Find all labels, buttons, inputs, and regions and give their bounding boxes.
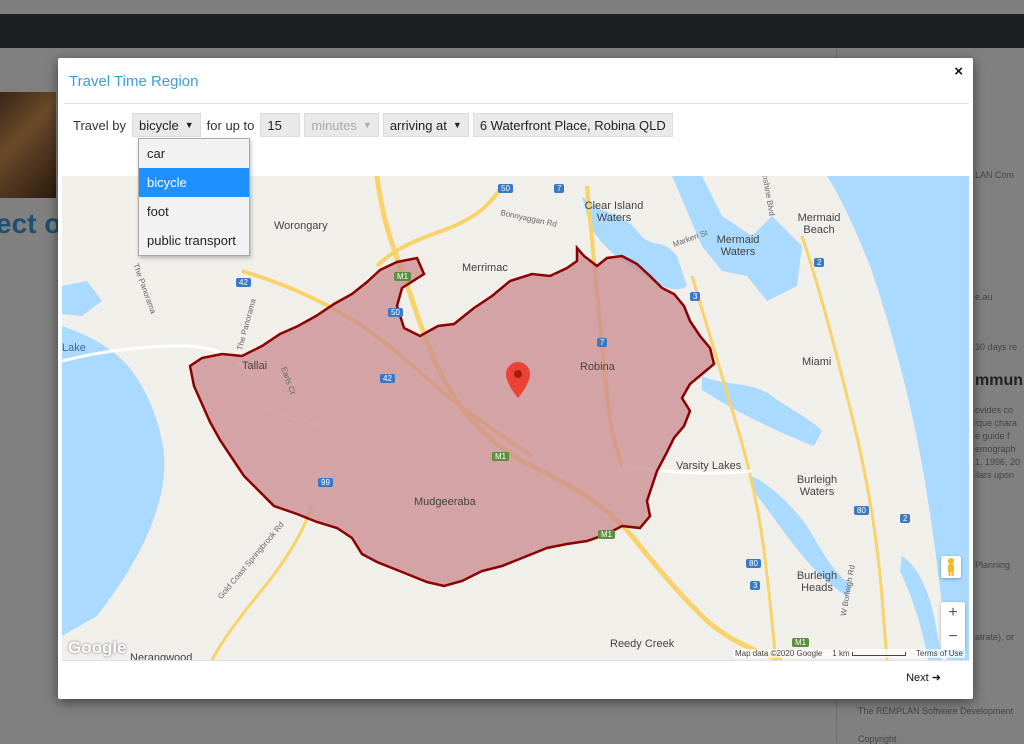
background-side-text: e.au bbox=[975, 292, 993, 302]
background-side-heading: mmun bbox=[975, 372, 1023, 389]
route-shield: M1 bbox=[792, 638, 810, 647]
mode-option-car[interactable]: car bbox=[139, 139, 249, 168]
background-side-text: atrate), or bbox=[975, 632, 1015, 642]
mode-option-foot[interactable]: foot bbox=[139, 197, 249, 226]
map-scale: 1 km bbox=[832, 649, 906, 658]
street-view-pegman-icon[interactable] bbox=[941, 556, 961, 578]
lake-area bbox=[62, 281, 102, 316]
place-label: Burleigh Heads bbox=[796, 570, 838, 594]
terms-link[interactable]: Terms of Use bbox=[916, 649, 963, 658]
route-shield: M1 bbox=[598, 530, 616, 539]
route-shield: 42 bbox=[380, 374, 395, 383]
route-shield: 42 bbox=[236, 278, 251, 287]
canal-area bbox=[900, 556, 942, 660]
route-shield: M1 bbox=[492, 452, 510, 461]
travel-by-label: Travel by bbox=[73, 117, 126, 133]
route-shield: 50 bbox=[498, 184, 513, 193]
location-pin-dot bbox=[514, 370, 522, 378]
address-input[interactable]: 6 Waterfront Place, Robina QLD bbox=[472, 113, 673, 137]
place-label: Mermaid Waters bbox=[716, 234, 760, 258]
footer-divider bbox=[62, 660, 969, 661]
place-label: Burleigh Waters bbox=[796, 474, 838, 498]
scale-label: 1 km bbox=[832, 649, 850, 658]
close-button[interactable]: × bbox=[954, 63, 963, 80]
direction-select[interactable]: arriving at ▼ bbox=[382, 113, 469, 137]
chevron-down-icon: ▼ bbox=[184, 120, 194, 130]
mode-dropdown-list: car bicycle foot public transport bbox=[138, 138, 250, 256]
place-label: Nerangwood bbox=[130, 652, 193, 660]
title-divider bbox=[64, 103, 969, 104]
travel-options-row: Travel by bicycle ▼ for up to 15 minutes… bbox=[73, 112, 677, 138]
mode-option-public-transport[interactable]: public transport bbox=[139, 226, 249, 255]
scale-bar bbox=[851, 652, 906, 656]
map-attribution: Map data ©2020 Google 1 km Terms of Use bbox=[733, 649, 965, 658]
route-shield: 3 bbox=[690, 292, 701, 301]
travel-time-modal: Travel Time Region × Travel by bicycle ▼… bbox=[58, 58, 973, 699]
duration-input[interactable]: 15 bbox=[260, 113, 301, 137]
zoom-in-button[interactable]: + bbox=[941, 602, 965, 626]
route-shield: M1 bbox=[394, 272, 412, 281]
background-top-bar bbox=[0, 14, 1024, 48]
unit-select-value: minutes bbox=[311, 117, 357, 133]
background-side-text: The REMPLAN Software Development bbox=[858, 706, 1014, 716]
place-label: Miami bbox=[802, 356, 832, 368]
route-shield: 99 bbox=[318, 478, 333, 487]
mode-select[interactable]: bicycle ▼ bbox=[131, 113, 201, 137]
pegman-icon bbox=[948, 558, 954, 576]
mode-option-bicycle[interactable]: bicycle bbox=[139, 168, 249, 197]
background-thumbnail bbox=[0, 92, 56, 198]
unit-select[interactable]: minutes ▼ bbox=[304, 113, 379, 137]
place-label: Clear Island Waters bbox=[584, 200, 644, 224]
zoom-out-button[interactable]: − bbox=[941, 626, 965, 650]
chevron-down-icon: ▼ bbox=[362, 120, 372, 130]
route-shield: 80 bbox=[746, 559, 761, 568]
next-button-label: Next bbox=[906, 672, 929, 684]
background-side-text: 1, 1996, 20 bbox=[975, 457, 1021, 467]
place-label: Reedy Creek bbox=[610, 638, 675, 650]
zoom-control: + − bbox=[941, 602, 965, 650]
place-label: Merrimac bbox=[462, 262, 508, 274]
mode-select-value: bicycle bbox=[138, 117, 179, 133]
place-label: Varsity Lakes bbox=[676, 460, 742, 472]
background-side-text: e guide f bbox=[975, 431, 1010, 441]
chevron-down-icon: ▼ bbox=[452, 120, 462, 130]
place-label: Robina bbox=[580, 361, 615, 373]
place-label: Worongary bbox=[274, 220, 328, 232]
background-side-text: 30 days re bbox=[975, 342, 1018, 352]
place-label: Mudgeeraba bbox=[414, 496, 476, 508]
route-shield: 80 bbox=[854, 506, 869, 515]
background-side-text: LAN Com bbox=[975, 170, 1015, 180]
background-heading: ect o bbox=[0, 208, 62, 239]
route-shield: 7 bbox=[554, 184, 565, 193]
modal-title: Travel Time Region bbox=[69, 73, 199, 90]
background-side-text: ilars upon bbox=[975, 470, 1015, 480]
route-shield: 3 bbox=[750, 581, 761, 590]
next-button[interactable]: Next ➜ bbox=[906, 671, 941, 684]
place-label: Lake bbox=[62, 342, 86, 354]
place-label: Mermaid Beach bbox=[797, 212, 841, 236]
route-shield: 7 bbox=[597, 338, 608, 347]
background-side-text: Planning bbox=[975, 560, 1011, 570]
canal-area bbox=[702, 376, 822, 446]
route-shield: 2 bbox=[814, 258, 825, 267]
google-logo: Google bbox=[68, 638, 127, 657]
arrow-right-icon: ➜ bbox=[931, 672, 941, 684]
background-side-text: ique chara bbox=[975, 418, 1018, 428]
route-shield: 50 bbox=[388, 308, 403, 317]
background-side-text: emograph bbox=[975, 444, 1016, 454]
lake-area bbox=[62, 326, 165, 636]
for-up-to-label: for up to bbox=[206, 117, 255, 133]
direction-select-value: arriving at bbox=[389, 117, 447, 133]
place-label: Tallai bbox=[242, 360, 268, 372]
map-data-text: Map data ©2020 Google bbox=[735, 649, 823, 658]
background-side-text: ovides co bbox=[975, 405, 1014, 415]
route-shield: 2 bbox=[900, 514, 911, 523]
